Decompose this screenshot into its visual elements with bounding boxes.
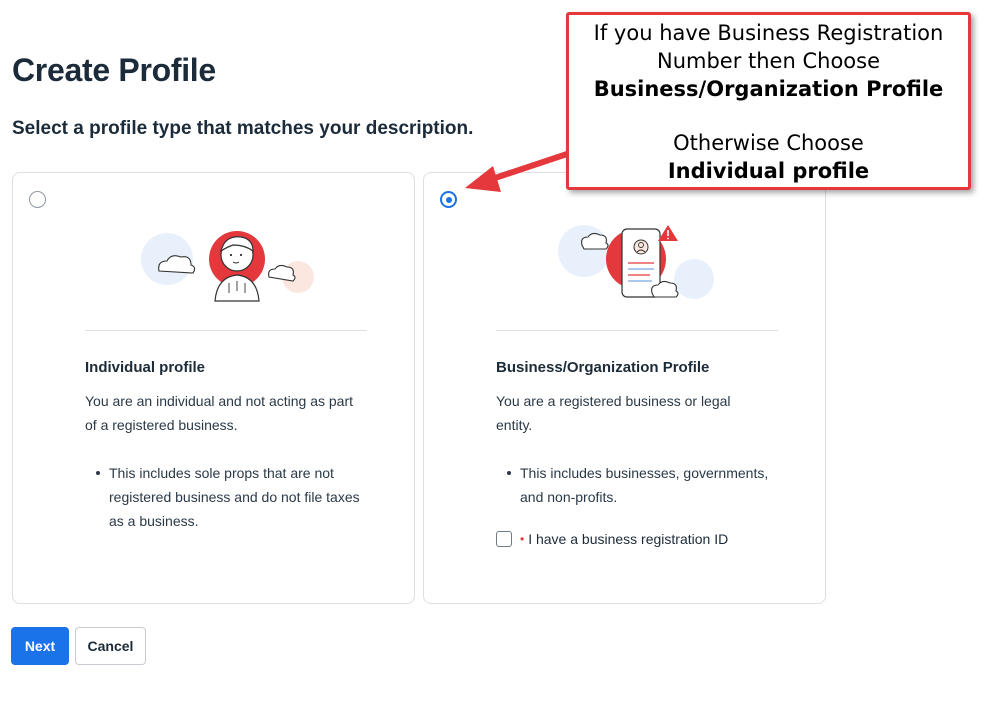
business-registration-checkbox[interactable] (496, 531, 512, 547)
page-subtitle: Select a profile type that matches your … (12, 118, 474, 139)
card-divider (85, 330, 367, 331)
business-registration-label: I have a business registration ID (528, 531, 729, 547)
page-title: Create Profile (12, 52, 216, 88)
business-profile-description: You are a registered business or legal e… (496, 393, 731, 433)
card-divider (496, 330, 778, 331)
business-profile-title: Business/Organization Profile (496, 359, 710, 376)
annotation-callout: If you have Business Registration Number… (566, 12, 971, 190)
required-indicator: • (520, 532, 525, 546)
business-profile-card[interactable]: Business/Organization Profile You are a … (423, 172, 826, 604)
individual-profile-card[interactable]: Individual profile You are an individual… (12, 172, 415, 604)
individual-profile-radio[interactable] (29, 191, 46, 208)
individual-profile-bullets: This includes sole props that are not re… (85, 461, 365, 533)
callout-line: Number then Choose (656, 49, 880, 73)
individual-illustration-icon (141, 231, 314, 302)
list-item: This includes businesses, governments, a… (496, 461, 776, 509)
callout-line: Business/Organization Profile (593, 77, 944, 101)
callout-line: Otherwise Choose (673, 131, 864, 155)
callout-line: Individual profile (667, 159, 870, 183)
callout-line: If you have Business Registration (593, 21, 944, 45)
business-illustration-icon (558, 225, 714, 299)
individual-profile-description: You are an individual and not acting as … (85, 393, 354, 433)
next-button[interactable]: Next (11, 627, 69, 665)
cancel-button[interactable]: Cancel (75, 627, 146, 665)
individual-profile-title: Individual profile (85, 359, 206, 376)
business-profile-bullets: This includes businesses, governments, a… (496, 461, 776, 509)
business-registration-checkbox-row[interactable]: • I have a business registration ID (496, 531, 728, 547)
list-item: This includes sole props that are not re… (85, 461, 365, 533)
